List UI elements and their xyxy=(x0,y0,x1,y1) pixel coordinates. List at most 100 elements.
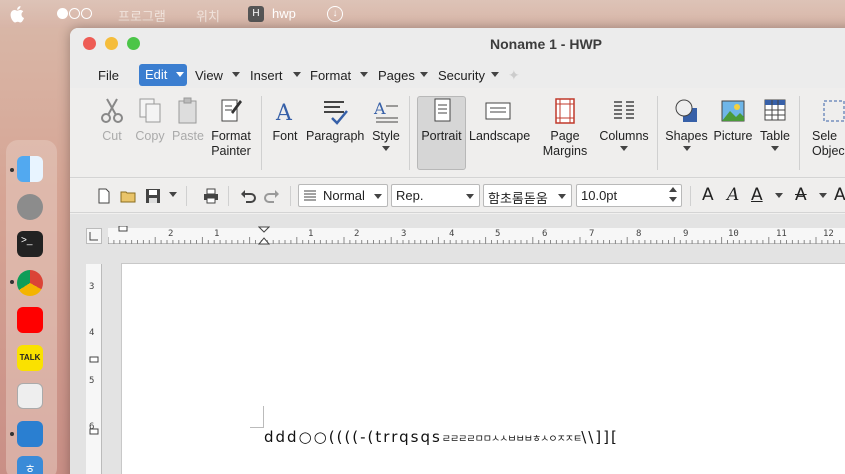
select-objects-button[interactable]: Sele Objec xyxy=(812,96,845,159)
print-icon[interactable] xyxy=(203,188,219,207)
ruler-number: 3 xyxy=(401,229,407,239)
chevron-down-icon xyxy=(466,194,474,199)
picture-button[interactable]: Picture xyxy=(712,96,754,144)
ribbon-separator xyxy=(657,96,658,170)
columns-button[interactable]: Columns xyxy=(598,96,650,151)
pin-icon[interactable]: ✦ xyxy=(508,67,520,84)
window-title: Noname 1 - HWP xyxy=(490,36,603,52)
settings-icon[interactable] xyxy=(17,194,43,220)
ruler-number: 4 xyxy=(89,328,95,338)
paragraph-button[interactable]: Paragraph xyxy=(306,96,364,144)
chevron-down-icon[interactable] xyxy=(669,197,677,202)
menu-edit-label: Edit xyxy=(145,67,168,82)
paragraph-style-select[interactable]: Normal xyxy=(298,184,388,207)
hangul-icon[interactable]: ㅎ xyxy=(17,456,43,474)
ribbon-separator xyxy=(261,96,262,170)
document-text-small: ㄹㄹㄹㄹㅁㅁㅅㅅㅂㅂㅂㅎㅅㅇㅈㅈㅌ xyxy=(441,434,582,445)
font-grow-icon[interactable]: A xyxy=(702,185,714,205)
underline-icon[interactable]: A xyxy=(751,185,763,205)
ruler-number: 11 xyxy=(776,229,787,239)
indent-marker[interactable] xyxy=(258,226,270,246)
horizontal-ruler[interactable]: 2 1 1 2 3 4 5 6 7 8 9 10 11 12 xyxy=(108,226,845,246)
save-icon[interactable] xyxy=(145,188,161,207)
menu-places[interactable]: 위치 xyxy=(196,6,220,25)
ruler-number: 9 xyxy=(683,229,689,239)
workspace-indicator[interactable] xyxy=(57,8,92,19)
chevron-down-icon xyxy=(682,146,691,151)
landscape-button[interactable]: Landscape xyxy=(469,96,530,144)
strikethrough-icon[interactable]: A xyxy=(795,185,807,205)
chevron-up-icon[interactable] xyxy=(669,187,677,192)
copy-button[interactable]: Copy xyxy=(135,96,165,144)
close-button[interactable] xyxy=(83,37,96,50)
table-button[interactable]: Table xyxy=(758,96,792,151)
page-margins-button[interactable]: Page Margins xyxy=(540,96,590,159)
menu-pages[interactable]: Pages xyxy=(378,68,415,83)
text-editor-icon[interactable] xyxy=(17,383,43,409)
redo-icon[interactable] xyxy=(264,188,280,207)
title-bar[interactable]: Noname 1 - HWP xyxy=(70,28,845,60)
clipboard-icon xyxy=(178,97,197,124)
ruler-number: 1 xyxy=(308,229,314,239)
columns-icon xyxy=(614,101,634,119)
chevron-down-icon xyxy=(771,146,779,151)
font-group-select[interactable]: Rep. xyxy=(391,184,480,207)
format-painter-button[interactable]: Format Painter xyxy=(210,96,252,159)
ruler-number: 5 xyxy=(495,229,501,239)
undo-icon[interactable] xyxy=(240,188,256,207)
ruler-number: 2 xyxy=(168,229,174,239)
finder-icon[interactable] xyxy=(17,156,43,182)
left-margin-marker[interactable] xyxy=(118,226,128,242)
new-document-icon[interactable] xyxy=(97,188,111,207)
minimize-button[interactable] xyxy=(105,37,118,50)
hwp-dock-icon[interactable] xyxy=(17,421,43,447)
open-folder-icon[interactable] xyxy=(120,188,136,207)
toolbar-separator xyxy=(186,186,187,206)
chevron-down-icon[interactable] xyxy=(420,72,428,77)
copy-label: Copy xyxy=(135,129,165,143)
font-button[interactable]: A Font xyxy=(270,96,300,144)
cut-button[interactable]: Cut xyxy=(98,96,126,144)
download-icon[interactable]: ↓ xyxy=(327,6,343,22)
italic-icon[interactable]: A xyxy=(727,185,739,205)
maximize-button[interactable] xyxy=(127,37,140,50)
toolbar-separator xyxy=(228,186,229,206)
youtube-icon[interactable] xyxy=(17,307,43,333)
chevron-down-icon[interactable] xyxy=(169,192,177,197)
toolbar-separator xyxy=(290,186,291,206)
menu-file[interactable]: File xyxy=(98,68,119,83)
portrait-button[interactable]: Portrait xyxy=(418,96,465,144)
chevron-down-icon[interactable] xyxy=(491,72,499,77)
ruler-corner[interactable] xyxy=(86,228,102,244)
vertical-ruler[interactable]: 3 4 5 6 xyxy=(86,264,102,474)
menu-programs[interactable]: 프로그램 xyxy=(118,6,166,25)
font-color-icon[interactable]: A xyxy=(834,185,845,205)
menu-security[interactable]: Security xyxy=(438,68,485,83)
menu-view[interactable]: View xyxy=(195,68,223,83)
chrome-icon[interactable] xyxy=(17,270,43,296)
active-app-menu[interactable]: hwp xyxy=(272,6,296,21)
menu-format[interactable]: Format xyxy=(310,68,351,83)
chevron-down-icon[interactable] xyxy=(293,72,301,77)
chevron-down-icon xyxy=(176,72,184,77)
line-marker[interactable] xyxy=(89,428,99,438)
menu-insert[interactable]: Insert xyxy=(250,68,283,83)
terminal-icon[interactable]: >_ xyxy=(17,231,43,257)
top-margin-marker[interactable] xyxy=(89,356,99,366)
apple-icon[interactable] xyxy=(10,5,26,23)
document-text[interactable]: ddd○○((((-(trrqsqsㄹㄹㄹㄹㅁㅁㅅㅅㅂㅂㅂㅎㅅㅇㅈㅈㅌ\\]][ xyxy=(264,428,619,446)
chevron-down-icon[interactable] xyxy=(360,72,368,77)
scissors-icon xyxy=(101,98,123,123)
chevron-down-icon[interactable] xyxy=(819,193,827,198)
font-name-select[interactable]: 함초롬돋움 xyxy=(483,184,572,207)
chevron-down-icon[interactable] xyxy=(775,193,783,198)
font-size-stepper[interactable]: 10.0pt xyxy=(576,184,682,207)
paste-button[interactable]: Paste xyxy=(172,96,204,144)
kakaotalk-icon[interactable]: TALK xyxy=(17,345,43,371)
shapes-button[interactable]: Shapes xyxy=(664,96,709,151)
ribbon: Cut Copy Paste Format Painter A Font Par… xyxy=(70,88,845,178)
format-painter-icon xyxy=(221,99,242,122)
style-button[interactable]: A Style xyxy=(370,96,402,151)
menu-edit[interactable]: Edit xyxy=(139,64,187,86)
chevron-down-icon[interactable] xyxy=(232,72,240,77)
